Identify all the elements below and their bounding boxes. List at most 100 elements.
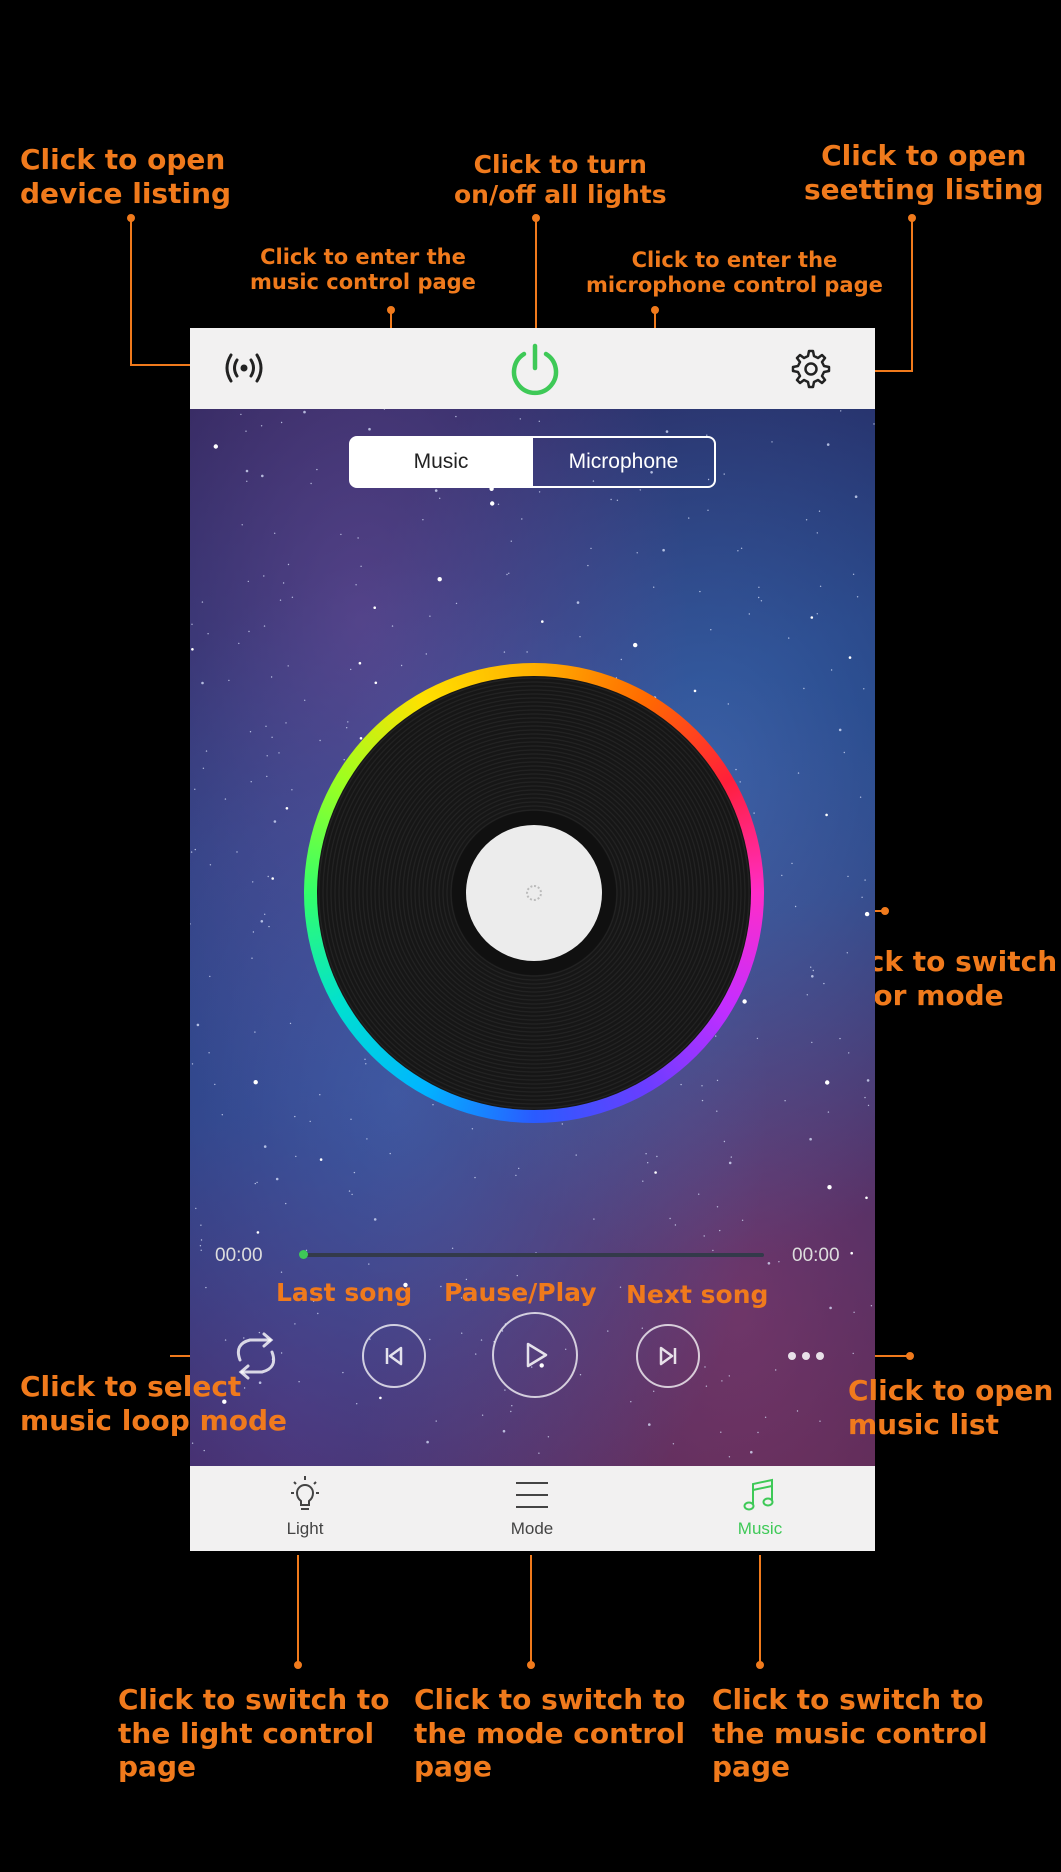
star <box>823 982 825 985</box>
star <box>252 881 254 883</box>
star <box>245 469 249 473</box>
star <box>295 1155 297 1158</box>
star <box>373 1218 377 1221</box>
star <box>356 1403 358 1405</box>
star <box>195 1207 197 1210</box>
tab-music[interactable]: Music <box>690 1473 830 1543</box>
star <box>196 1023 200 1027</box>
gear-icon <box>791 349 831 389</box>
star <box>852 573 855 575</box>
star <box>848 656 852 659</box>
music-list-button[interactable] <box>784 1344 832 1368</box>
star <box>267 875 269 878</box>
star <box>426 1440 429 1444</box>
star <box>864 1096 866 1099</box>
star <box>816 532 818 534</box>
star <box>247 580 249 583</box>
star <box>200 1224 202 1226</box>
tab-light[interactable]: Light <box>235 1473 375 1543</box>
star <box>238 642 240 645</box>
star <box>355 584 357 586</box>
star <box>852 1352 854 1355</box>
star <box>250 781 252 783</box>
star <box>616 499 619 501</box>
star <box>389 1152 391 1155</box>
annotation-pause-play: Pause/Play <box>444 1278 597 1307</box>
color-mode-disc[interactable] <box>304 663 764 1123</box>
tab-microphone-mode-label: Microphone <box>568 450 679 473</box>
star <box>200 1239 203 1241</box>
tab-microphone-mode[interactable]: Microphone <box>533 436 716 488</box>
star <box>191 648 194 651</box>
star <box>719 1229 721 1232</box>
annotation-device-listing: Click to open device listing <box>20 143 232 210</box>
star <box>429 615 431 617</box>
broadcast-icon <box>225 353 263 383</box>
star <box>205 750 208 752</box>
star <box>205 1286 207 1289</box>
star <box>788 637 790 639</box>
star <box>519 418 521 420</box>
power-button[interactable] <box>506 340 564 398</box>
star <box>508 572 510 574</box>
star <box>475 1353 477 1355</box>
star <box>825 1080 830 1085</box>
star <box>368 1263 370 1265</box>
star <box>191 1063 194 1065</box>
tab-mode[interactable]: Mode <box>462 1473 602 1543</box>
star <box>368 427 371 431</box>
star <box>279 599 282 601</box>
star <box>805 519 808 521</box>
tab-music-mode-label: Music <box>413 450 469 473</box>
star <box>506 573 508 576</box>
star <box>720 1431 722 1433</box>
annotation-music-list: Click to open music list <box>848 1374 1054 1441</box>
vinyl-spindle <box>526 885 542 901</box>
star <box>674 1224 677 1226</box>
star <box>190 923 191 925</box>
star <box>620 658 622 661</box>
star <box>819 1420 821 1422</box>
star <box>249 731 252 733</box>
tab-music-mode[interactable]: Music <box>349 436 533 488</box>
star <box>748 613 750 615</box>
annotation-loop-mode: Click to select music loop mode <box>20 1370 288 1437</box>
star <box>538 1452 540 1454</box>
star <box>827 1111 830 1113</box>
star <box>190 851 193 853</box>
progress-slider[interactable] <box>299 1250 764 1259</box>
star <box>270 676 273 678</box>
star <box>705 1385 708 1387</box>
star <box>838 728 842 732</box>
star <box>870 1305 873 1307</box>
progress-knob[interactable] <box>299 1250 308 1259</box>
star <box>579 636 581 638</box>
play-pause-button[interactable] <box>492 1312 578 1398</box>
star <box>797 772 800 774</box>
next-button[interactable] <box>636 1324 700 1388</box>
star <box>757 1431 759 1434</box>
star <box>471 1128 474 1130</box>
star <box>254 1031 256 1033</box>
star <box>728 1375 730 1377</box>
star <box>254 1182 256 1185</box>
star <box>847 875 849 878</box>
star <box>435 1420 437 1422</box>
device-list-button[interactable] <box>220 348 268 388</box>
tab-mode-label: Mode <box>510 1519 554 1538</box>
star <box>282 582 285 584</box>
total-time: 00:00 <box>792 1245 840 1266</box>
star <box>816 613 818 615</box>
star <box>268 925 270 928</box>
star <box>723 1140 726 1143</box>
star <box>728 1456 731 1458</box>
settings-button[interactable] <box>790 348 832 390</box>
annotation-light-tab: Click to switch to the light control pag… <box>118 1683 390 1784</box>
star <box>191 623 193 625</box>
star <box>873 423 875 425</box>
annotation-music-tab: Click to switch to the music control pag… <box>712 1683 988 1784</box>
previous-button[interactable] <box>362 1324 426 1388</box>
star <box>289 1022 292 1025</box>
star <box>353 1171 356 1174</box>
star <box>758 586 760 588</box>
